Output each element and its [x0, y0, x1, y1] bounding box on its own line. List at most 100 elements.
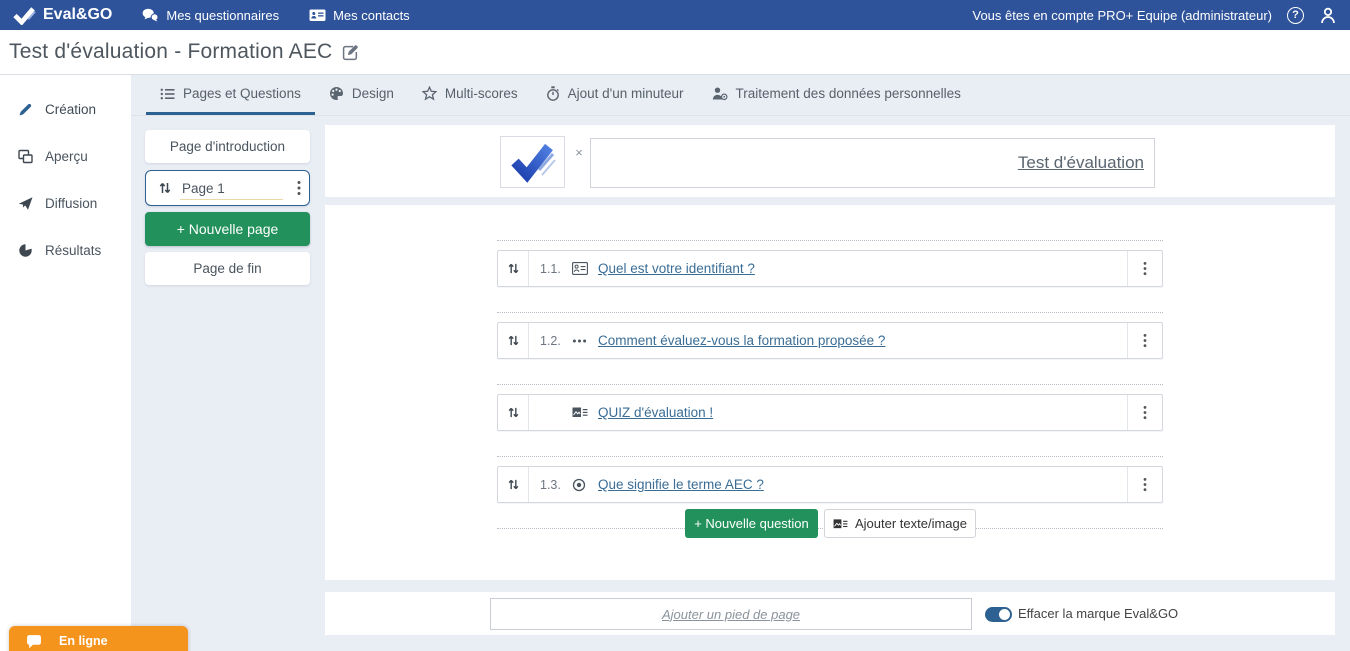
account-status: Vous êtes en compte PRO+ Equipe (adminis…	[972, 8, 1272, 23]
page-card-label: Page de fin	[193, 261, 261, 276]
page-title: Test d'évaluation - Formation AEC	[9, 40, 332, 64]
question-row[interactable]: 1.1. Quel est votre identifiant ?	[497, 250, 1163, 287]
page-card-introduction[interactable]: Page d'introduction	[145, 130, 310, 163]
paper-plane-icon	[18, 196, 33, 211]
sidebar-item-label: Diffusion	[45, 196, 97, 211]
star-icon	[422, 86, 437, 101]
survey-footer-card: Ajouter un pied de page Effacer la marqu…	[325, 592, 1335, 635]
sort-arrows-icon[interactable]	[158, 181, 172, 195]
tab-label: Ajout d'un minuteur	[568, 86, 684, 101]
new-page-button[interactable]: + Nouvelle page	[145, 212, 310, 246]
brand-logo[interactable]: Eval&GO	[13, 6, 112, 25]
chat-bubble-icon	[26, 634, 42, 649]
app-root: Eval&GO Mes questionnaires Mes contacts …	[0, 0, 1350, 651]
user-account-icon[interactable]	[1319, 7, 1337, 24]
question-row[interactable]: QUIZ d'évaluation !	[497, 394, 1163, 431]
footer-placeholder: Ajouter un pied de page	[662, 607, 800, 622]
tab-label: Multi-scores	[445, 86, 518, 101]
insert-separator[interactable]	[497, 240, 1163, 241]
questions-card: 1.1. Quel est votre identifiant ? 1.2. C…	[325, 205, 1335, 580]
page-name-input-underline	[180, 199, 283, 200]
tab-design[interactable]: Design	[315, 75, 408, 115]
kebab-menu-icon[interactable]	[297, 180, 301, 196]
tab-ajout-minuteur[interactable]: Ajout d'un minuteur	[532, 75, 698, 115]
add-text-image-label: Ajouter texte/image	[855, 516, 967, 531]
toggle-knob	[999, 609, 1010, 620]
online-badge-label: En ligne	[59, 634, 108, 648]
question-link[interactable]: Que signifie le terme AEC ?	[598, 477, 764, 492]
remove-branding-toggle[interactable]	[985, 607, 1012, 622]
question-number: 1.2.	[540, 334, 572, 348]
question-row[interactable]: 1.2. Comment évaluez-vous la formation p…	[497, 322, 1163, 359]
online-chat-badge[interactable]: En ligne	[9, 626, 188, 651]
page-card-label: Page 1	[182, 181, 287, 196]
footer-input[interactable]: Ajouter un pied de page	[490, 598, 972, 630]
question-menu-button[interactable]	[1127, 251, 1162, 286]
survey-logo-box[interactable]	[500, 136, 565, 188]
survey-header-card: × Test d'évaluation	[325, 125, 1335, 197]
page-card-page1[interactable]: Page 1	[145, 170, 310, 206]
kebab-menu-icon	[1143, 333, 1147, 348]
page-card-fin[interactable]: Page de fin	[145, 252, 310, 285]
sidebar-item-creation[interactable]: Création	[0, 86, 131, 133]
question-menu-button[interactable]	[1127, 323, 1162, 358]
sidebar-item-diffusion[interactable]: Diffusion	[0, 180, 131, 227]
tab-pages-et-questions[interactable]: Pages et Questions	[146, 75, 315, 115]
id-card-icon	[572, 262, 598, 275]
nav-mes-questionnaires[interactable]: Mes questionnaires	[142, 8, 279, 23]
list-icon	[160, 87, 175, 101]
tab-donnees-personnelles[interactable]: Traitement des données personnelles	[698, 75, 975, 115]
image-text-icon	[572, 406, 598, 419]
kebab-menu-icon	[1143, 477, 1147, 492]
question-link[interactable]: Quel est votre identifiant ?	[598, 261, 755, 276]
radio-icon	[572, 478, 598, 492]
question-link[interactable]: QUIZ d'évaluation !	[598, 405, 713, 420]
question-row[interactable]: 1.3. Que signifie le terme AEC ?	[497, 466, 1163, 503]
insert-separator[interactable]	[497, 456, 1163, 457]
question-menu-button[interactable]	[1127, 395, 1162, 430]
sidebar-item-label: Aperçu	[45, 149, 88, 164]
sidebar-item-apercu[interactable]: Aperçu	[0, 133, 131, 180]
drag-handle-icon[interactable]	[498, 467, 529, 502]
nav-item-label: Mes contacts	[333, 8, 410, 23]
sidebar-item-label: Résultats	[45, 243, 101, 258]
drag-handle-icon[interactable]	[498, 323, 529, 358]
pencil-icon	[18, 102, 33, 117]
drag-handle-icon[interactable]	[498, 395, 529, 430]
insert-separator[interactable]	[497, 312, 1163, 313]
nav-item-label: Mes questionnaires	[166, 8, 279, 23]
evalgo-check-logo-icon	[510, 141, 556, 183]
tab-label: Traitement des données personnelles	[736, 86, 961, 101]
new-question-button[interactable]: + Nouvelle question	[685, 509, 818, 538]
help-glyph: ?	[1292, 9, 1299, 21]
question-number: 1.3.	[540, 478, 572, 492]
kebab-menu-icon	[1143, 405, 1147, 420]
navbar-right: Vous êtes en compte PRO+ Equipe (adminis…	[972, 7, 1337, 24]
main-sidebar: Création Aperçu Diffusion Résultats	[0, 75, 131, 651]
editor-tabbar: Pages et Questions Design Multi-scores A…	[131, 75, 1350, 116]
tab-multi-scores[interactable]: Multi-scores	[408, 75, 532, 115]
edit-title-button[interactable]	[342, 44, 359, 61]
user-settings-icon	[712, 86, 728, 101]
help-icon[interactable]: ?	[1287, 7, 1304, 24]
nav-mes-contacts[interactable]: Mes contacts	[309, 8, 410, 23]
chat-bubbles-icon	[142, 8, 159, 22]
remove-logo-button[interactable]: ×	[572, 145, 586, 159]
kebab-menu-icon	[1143, 261, 1147, 276]
remove-branding-label: Effacer la marque Eval&GO	[1018, 592, 1178, 635]
image-text-icon	[833, 518, 848, 530]
page-card-label: Page d'introduction	[170, 139, 285, 154]
dots-scale-icon	[572, 338, 598, 344]
add-text-image-button[interactable]: Ajouter texte/image	[824, 509, 976, 538]
preview-screens-icon	[18, 149, 33, 164]
stopwatch-icon	[546, 86, 560, 101]
edit-pencil-icon	[342, 44, 359, 61]
insert-separator[interactable]	[497, 384, 1163, 385]
question-menu-button[interactable]	[1127, 467, 1162, 502]
drag-handle-icon[interactable]	[498, 251, 529, 286]
brand-name: Eval&GO	[43, 6, 112, 24]
close-icon: ×	[575, 145, 583, 160]
question-link[interactable]: Comment évaluez-vous la formation propos…	[598, 333, 885, 348]
sidebar-item-resultats[interactable]: Résultats	[0, 227, 131, 274]
survey-title-input[interactable]: Test d'évaluation	[590, 138, 1155, 188]
